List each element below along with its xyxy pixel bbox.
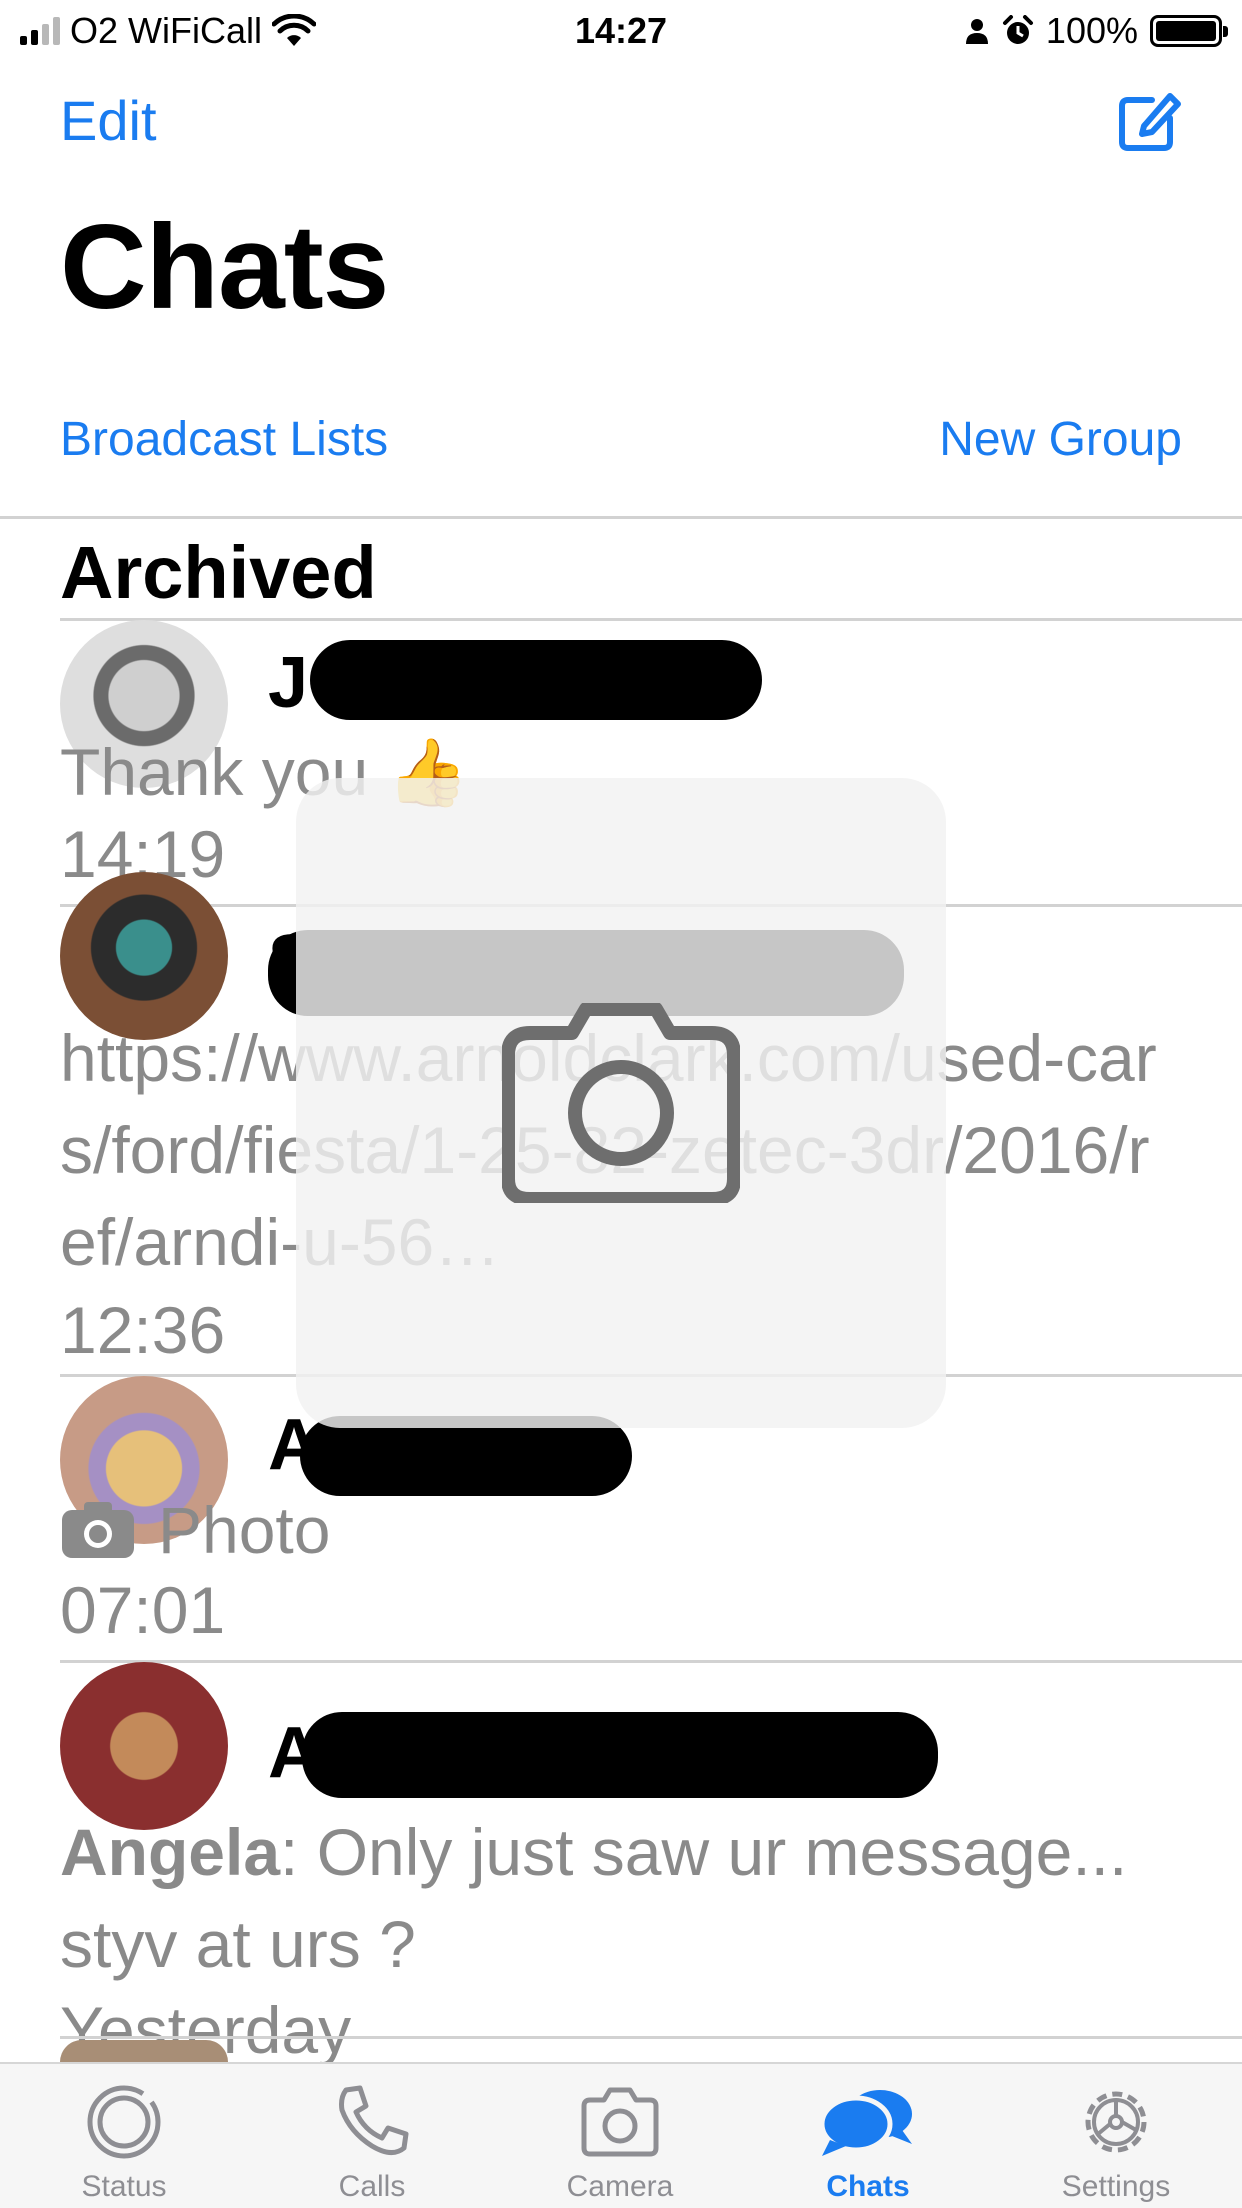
- page-title: Chats: [60, 200, 389, 334]
- tab-status[interactable]: Status: [0, 2064, 248, 2208]
- tab-label: Status: [81, 2170, 167, 2203]
- status-bar-right: 100%: [964, 10, 1228, 52]
- camera-icon: [581, 2087, 659, 2157]
- chat-time: 07:01: [60, 1573, 226, 1647]
- status-icon: [87, 2085, 161, 2159]
- broadcast-lists-button[interactable]: Broadcast Lists: [60, 412, 388, 467]
- tab-label: Camera: [566, 2170, 674, 2203]
- divider: [60, 2036, 1242, 2039]
- compose-icon[interactable]: [1116, 88, 1182, 154]
- tab-label: Chats: [826, 2170, 910, 2203]
- preview-text: Photo: [158, 1493, 331, 1567]
- new-group-button[interactable]: New Group: [939, 412, 1182, 467]
- chat-name: J: [268, 643, 309, 723]
- chats-icon: [819, 2090, 912, 2156]
- divider: [0, 516, 1242, 519]
- person-icon: [965, 19, 988, 44]
- tab-bar: Status Calls Camera Chats Settings: [0, 2062, 1242, 2208]
- battery-icon: [1150, 15, 1228, 47]
- camera-overlay[interactable]: [296, 778, 946, 1428]
- redaction-mark: [310, 640, 762, 720]
- redaction-mark: [302, 1712, 938, 1798]
- chat-preview: Photo: [60, 1484, 1182, 1576]
- phone-icon: [339, 2085, 409, 2155]
- avatar: [60, 2040, 228, 2062]
- gear-icon: [1085, 2091, 1147, 2153]
- chat-time: 12:36: [60, 1293, 226, 1367]
- chat-preview: Angela: Only just saw ur message... styv…: [60, 1806, 1182, 1990]
- edit-button[interactable]: Edit: [60, 88, 157, 153]
- preview-sender: Angela: [60, 1815, 281, 1889]
- status-bar: O2 WiFiCall 14:27 100%: [0, 0, 1242, 62]
- tab-chats[interactable]: Chats: [744, 2064, 992, 2208]
- tab-label: Settings: [1061, 2170, 1171, 2203]
- tab-settings[interactable]: Settings: [992, 2064, 1240, 2208]
- archived-row[interactable]: Archived: [60, 530, 377, 615]
- tab-label: Calls: [338, 2170, 406, 2203]
- tab-camera[interactable]: Camera: [496, 2064, 744, 2208]
- battery-percentage: 100%: [1045, 10, 1138, 51]
- chat-row[interactable]: A Angela: Only just saw ur message... st…: [0, 1662, 1242, 2067]
- alarm-icon: [1002, 15, 1033, 44]
- camera-icon: [502, 1003, 740, 1203]
- camera-icon: [62, 1502, 134, 1558]
- avatar: [60, 1662, 228, 1830]
- tab-calls[interactable]: Calls: [248, 2064, 496, 2208]
